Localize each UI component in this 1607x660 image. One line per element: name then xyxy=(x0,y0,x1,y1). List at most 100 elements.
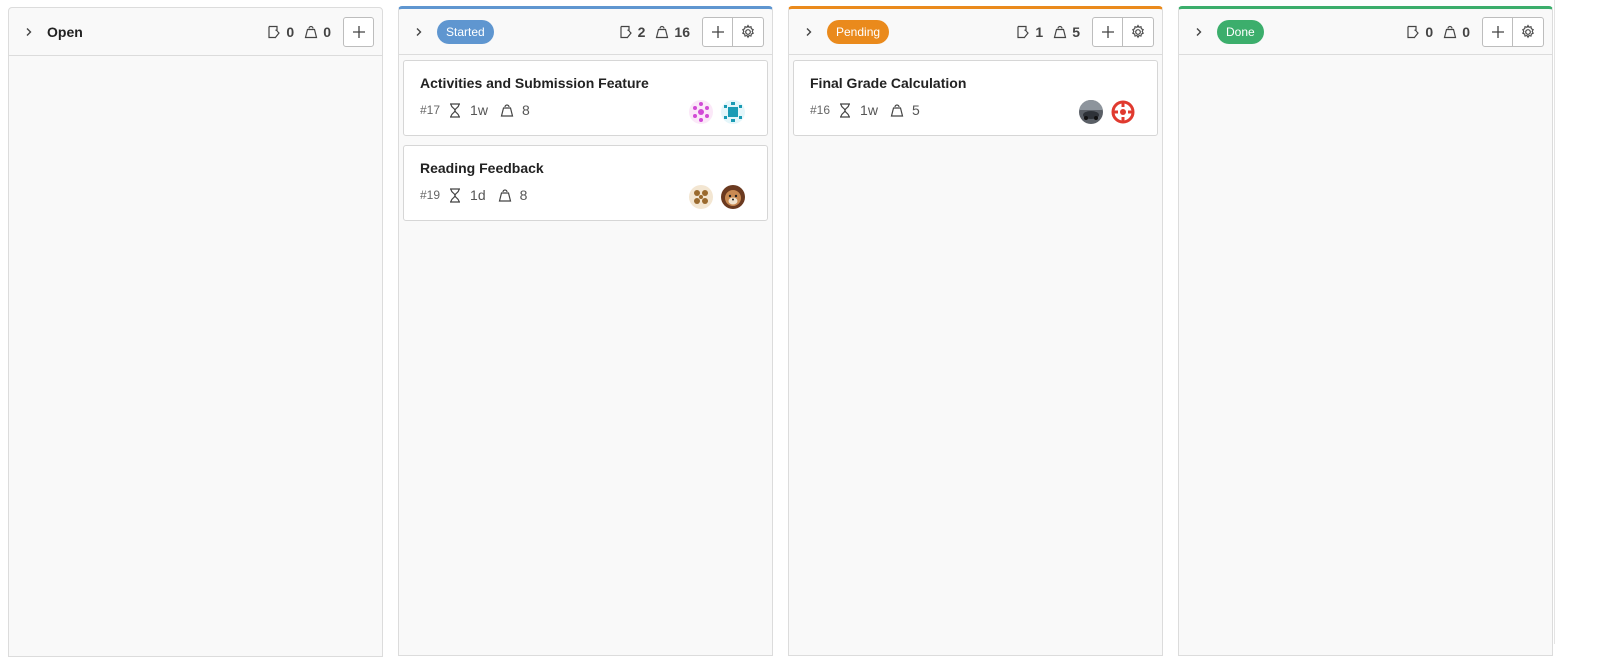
issues-icon xyxy=(268,25,281,38)
weight-count-value: 0 xyxy=(323,23,331,40)
issue-count-value: 2 xyxy=(637,23,646,40)
weight-icon xyxy=(498,188,511,202)
weight-icon xyxy=(1443,25,1457,38)
assignees xyxy=(689,100,745,124)
column-label[interactable]: Pending xyxy=(827,19,890,44)
time-estimate-value: 1w xyxy=(860,102,878,118)
column-started: Started 2 16 Activities and Submission F… xyxy=(398,6,773,656)
avatar[interactable] xyxy=(721,185,745,209)
column-actions xyxy=(702,16,764,47)
issue-id: #17 xyxy=(420,103,441,117)
column-counts: 2 16 xyxy=(619,16,764,47)
issue-title[interactable]: Activities and Submission Feature xyxy=(420,75,752,91)
issue-count: 2 xyxy=(619,23,646,40)
column-title: Open xyxy=(47,23,83,40)
avatar[interactable] xyxy=(689,185,713,209)
issue-title[interactable]: Final Grade Calculation xyxy=(810,75,1142,91)
time-estimate: 1w xyxy=(448,102,488,118)
plus-icon xyxy=(1101,25,1114,38)
issues-icon xyxy=(1407,25,1420,38)
column-header: Done 0 0 xyxy=(1179,9,1552,55)
column-settings-button[interactable] xyxy=(1123,16,1154,47)
issue-count-value: 0 xyxy=(1425,23,1434,40)
column-actions xyxy=(343,16,374,47)
column-done: Done 0 0 xyxy=(1178,6,1553,656)
avatar[interactable] xyxy=(721,100,745,124)
add-issue-button[interactable] xyxy=(1092,16,1123,47)
plus-icon xyxy=(352,25,365,38)
column-header: Started 2 16 xyxy=(399,9,772,55)
gear-icon xyxy=(1132,23,1144,38)
issue-card[interactable]: Final Grade Calculation #16 1w 5 xyxy=(793,60,1158,136)
issue-weight-value: 5 xyxy=(911,102,920,118)
weight-count: 0 xyxy=(304,24,331,40)
time-estimate: 1w xyxy=(838,102,878,118)
add-issue-button[interactable] xyxy=(343,16,374,47)
gear-icon xyxy=(742,23,754,38)
column-settings-button[interactable] xyxy=(733,16,764,47)
add-issue-button[interactable] xyxy=(702,16,733,47)
column-label[interactable]: Done xyxy=(1217,19,1264,44)
issue-count: 1 xyxy=(1016,24,1043,40)
issue-weight: 5 xyxy=(890,102,920,118)
issue-card[interactable]: Activities and Submission Feature #17 1w… xyxy=(403,60,768,136)
issue-title[interactable]: Reading Feedback xyxy=(420,160,752,176)
issue-weight: 8 xyxy=(498,187,528,203)
column-counts: 0 0 xyxy=(267,16,374,47)
issue-count-value: 0 xyxy=(286,23,295,40)
column-actions xyxy=(1482,16,1544,47)
chevron-right-icon[interactable] xyxy=(411,24,427,40)
issue-count-value: 1 xyxy=(1035,23,1044,40)
issue-count: 0 xyxy=(267,24,294,40)
weight-icon xyxy=(1053,25,1067,38)
column-counts: 0 0 xyxy=(1406,16,1544,47)
weight-icon xyxy=(890,103,904,117)
weight-icon xyxy=(656,25,669,38)
weight-count-value: 16 xyxy=(674,23,690,40)
issue-card[interactable]: Reading Feedback #19 1d 8 xyxy=(403,145,768,221)
column-counts: 1 5 xyxy=(1016,16,1154,47)
add-issue-button[interactable] xyxy=(1482,16,1513,47)
hourglass-icon xyxy=(450,102,461,118)
issue-id: #19 xyxy=(420,188,441,202)
column-label[interactable]: Started xyxy=(437,19,494,44)
weight-count-value: 0 xyxy=(1462,23,1470,40)
weight-icon xyxy=(500,103,514,117)
chevron-right-icon[interactable] xyxy=(21,24,37,40)
board: Open 0 0 Started 2 16 Activities and Sub… xyxy=(0,0,1568,657)
issue-id: #16 xyxy=(810,103,831,117)
issue-count: 0 xyxy=(1406,24,1433,40)
issue-weight-value: 8 xyxy=(521,102,530,118)
weight-count: 0 xyxy=(1443,24,1470,40)
weight-count: 16 xyxy=(655,24,690,40)
column-pending: Pending 1 5 Final Grade Calculation #16 … xyxy=(788,6,1163,656)
plus-icon xyxy=(711,25,724,38)
plus-icon xyxy=(1491,25,1504,38)
issue-weight: 8 xyxy=(500,102,530,118)
issue-weight-value: 8 xyxy=(519,187,528,203)
weight-icon xyxy=(304,25,318,38)
assignees xyxy=(689,185,745,209)
chevron-right-icon[interactable] xyxy=(801,24,817,40)
weight-count: 5 xyxy=(1053,24,1080,40)
chevron-right-icon[interactable] xyxy=(1191,24,1207,40)
avatar[interactable] xyxy=(1111,100,1135,124)
weight-count-value: 5 xyxy=(1072,23,1080,40)
column-header: Open 0 0 xyxy=(9,8,382,56)
column-header: Pending 1 5 xyxy=(789,9,1162,55)
gear-icon xyxy=(1522,23,1534,38)
assignees xyxy=(1079,100,1135,124)
hourglass-icon xyxy=(840,102,851,118)
time-estimate-value: 1w xyxy=(470,102,488,118)
column-open: Open 0 0 xyxy=(8,7,383,657)
avatar[interactable] xyxy=(689,100,713,124)
issues-icon xyxy=(1017,25,1030,38)
hourglass-icon xyxy=(450,187,461,203)
avatar[interactable] xyxy=(1079,100,1103,124)
issues-icon xyxy=(620,25,632,38)
column-settings-button[interactable] xyxy=(1513,16,1544,47)
column-actions xyxy=(1092,16,1154,47)
page-scrollbar[interactable] xyxy=(1554,0,1568,644)
time-estimate: 1d xyxy=(448,187,486,203)
time-estimate-value: 1d xyxy=(470,187,486,203)
